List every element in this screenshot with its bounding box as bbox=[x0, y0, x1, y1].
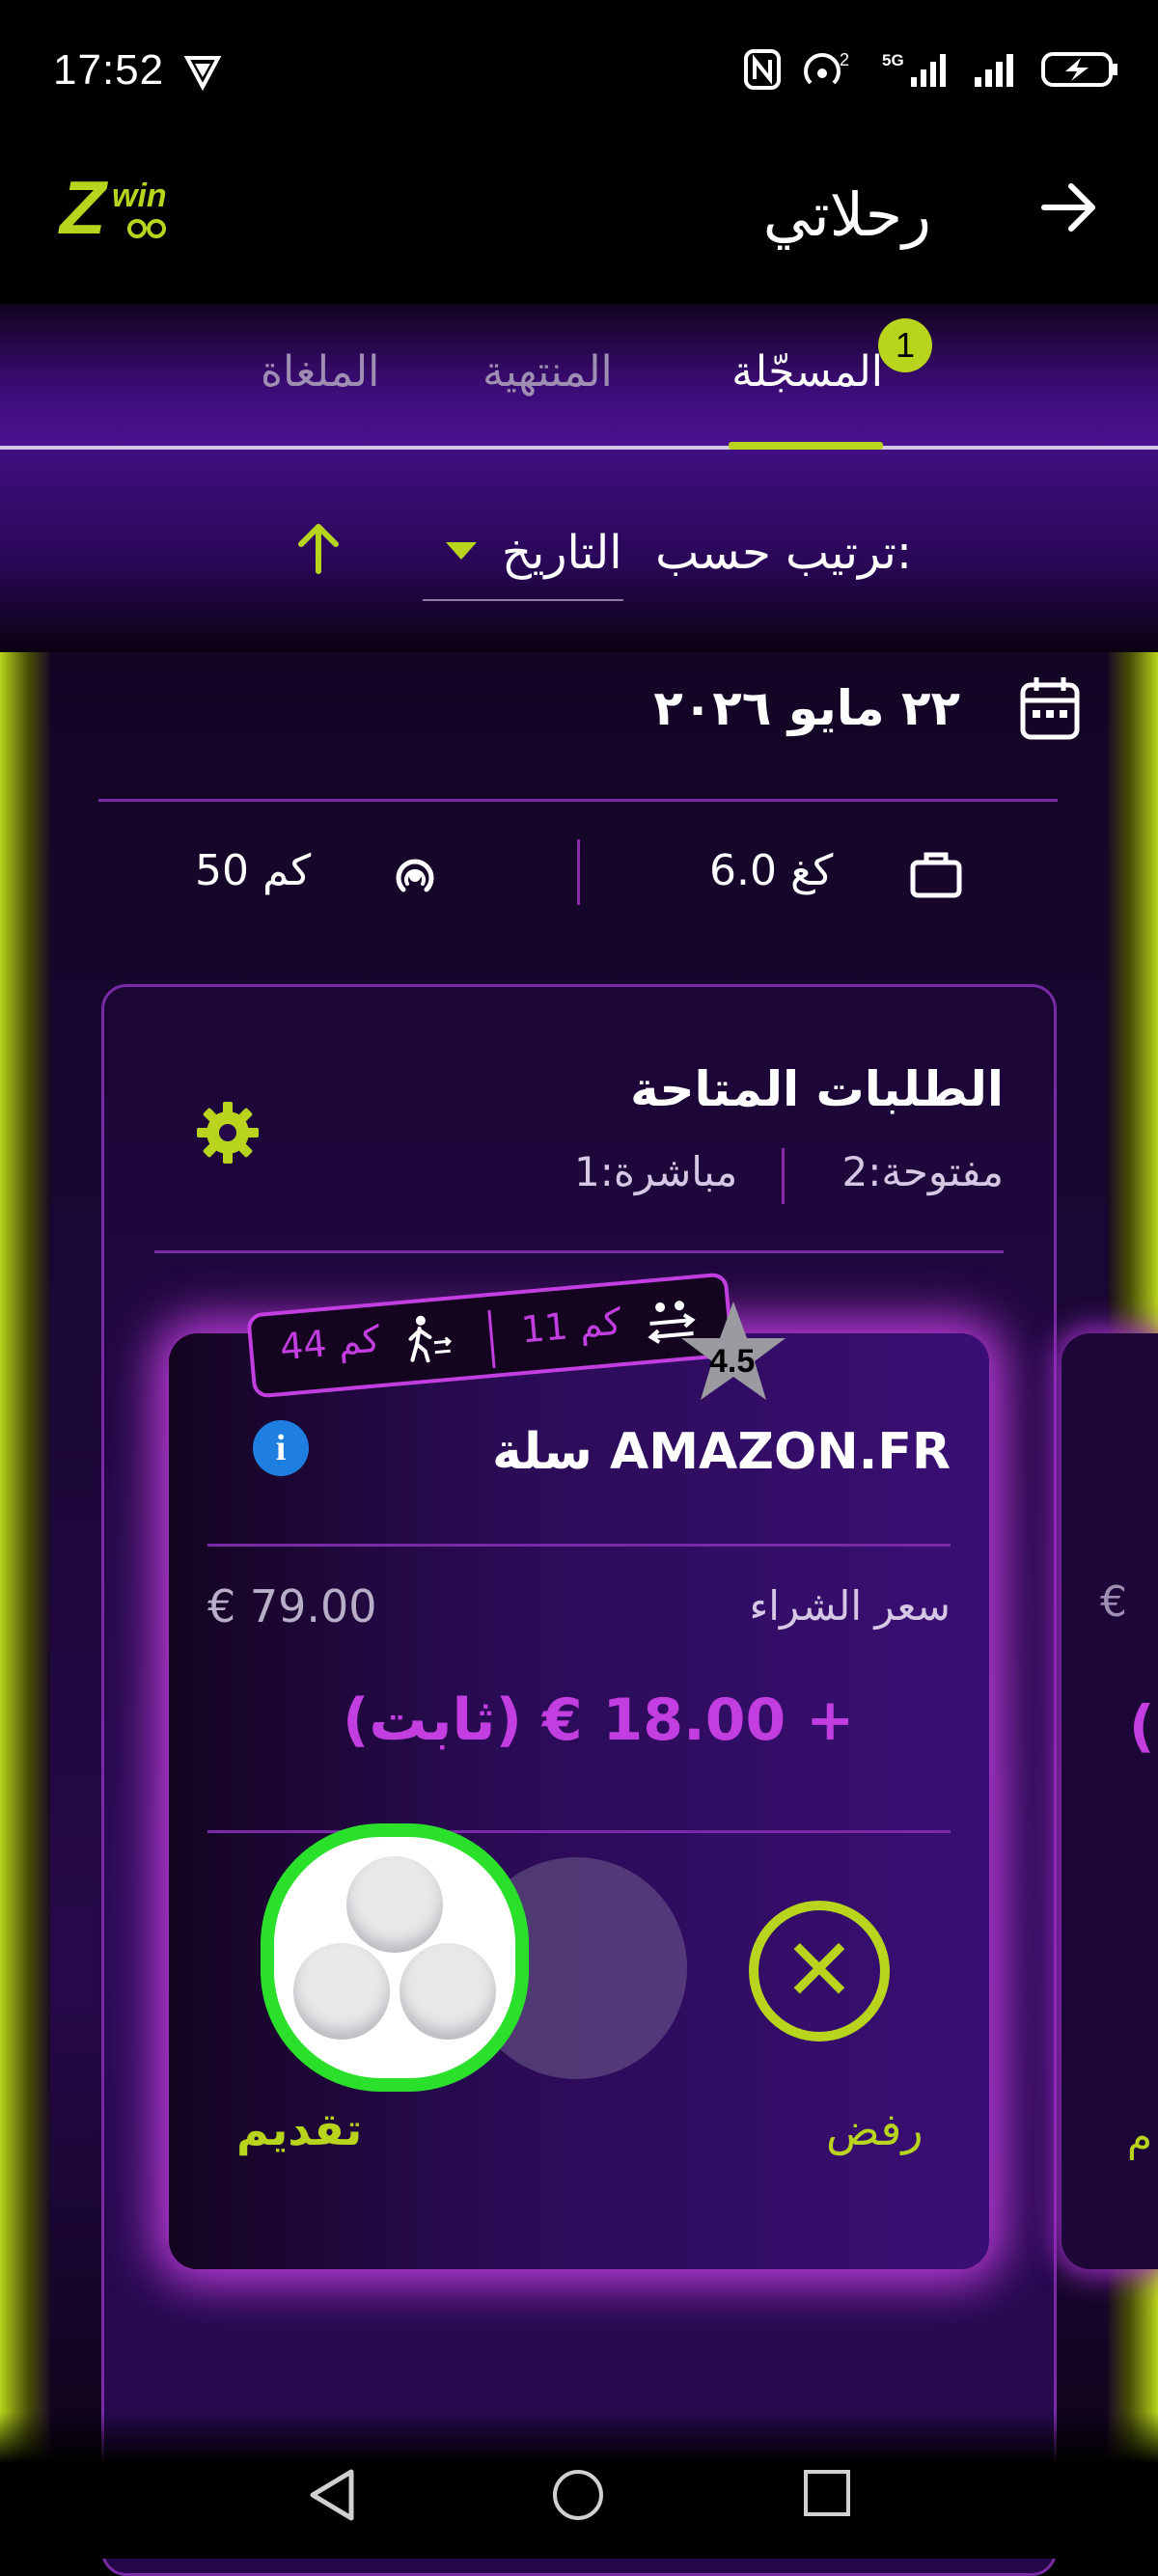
tab-finished[interactable]: المنتهية bbox=[482, 347, 613, 397]
logo-wheels-icon bbox=[127, 219, 166, 238]
apply-label: تقديم bbox=[236, 2103, 363, 2155]
signal-icon: 5G bbox=[882, 48, 950, 99]
settings-button[interactable] bbox=[193, 1098, 262, 1171]
requests-separator bbox=[782, 1148, 785, 1204]
tab-cancelled[interactable]: الملغاة bbox=[261, 347, 379, 397]
stats-separator bbox=[577, 839, 580, 905]
gear-icon bbox=[197, 1102, 259, 1164]
signal-icon-2 bbox=[971, 48, 1019, 99]
offer-divider-bottom bbox=[207, 1830, 951, 1833]
nfc-icon bbox=[743, 48, 782, 99]
sort-direction-button[interactable] bbox=[290, 519, 347, 581]
nav-recent-button[interactable] bbox=[804, 2470, 850, 2516]
tag-route-distance: 11 كم bbox=[519, 1300, 623, 1352]
reject-button[interactable]: ✕ bbox=[749, 1901, 890, 2042]
touch-blob bbox=[293, 1943, 390, 2040]
app-logo: Z win bbox=[60, 164, 167, 252]
arrow-up-icon bbox=[298, 524, 339, 574]
requests-divider bbox=[154, 1250, 1004, 1253]
sort-select[interactable]: التاريخ bbox=[502, 526, 622, 580]
status-time: 17:52 bbox=[53, 46, 165, 94]
logo-letter: Z bbox=[60, 165, 106, 250]
hotspot-icon: 2 bbox=[803, 48, 861, 99]
logo-word: win bbox=[112, 178, 167, 214]
touch-blob bbox=[400, 1943, 496, 2040]
arrow-right-icon bbox=[1041, 183, 1095, 232]
suitcase-icon bbox=[909, 849, 963, 903]
date-divider bbox=[98, 799, 1058, 802]
nav-back-button[interactable] bbox=[307, 2468, 357, 2526]
offer-divider-top bbox=[207, 1544, 951, 1547]
trip-distance: 50 كم bbox=[195, 846, 312, 895]
svg-text:2: 2 bbox=[840, 50, 849, 69]
battery-charging-icon bbox=[1040, 48, 1119, 99]
requests-title: الطلبات المتاحة bbox=[630, 1061, 1004, 1117]
info-icon[interactable]: i bbox=[253, 1420, 309, 1476]
rating-value: 4.5 bbox=[709, 1343, 756, 1380]
reject-label: رفض bbox=[826, 2103, 924, 2155]
walking-icon bbox=[400, 1312, 459, 1376]
chevron-down-icon[interactable] bbox=[446, 542, 477, 560]
tab-registered[interactable]: المسجّلة bbox=[731, 347, 883, 397]
network-type-label: 5G bbox=[882, 51, 904, 69]
tab-registered-badge: 1 bbox=[878, 318, 932, 372]
triangle-back-icon bbox=[310, 2469, 354, 2521]
requests-open-count: مفتوحة:2 bbox=[841, 1148, 1004, 1195]
tag-walk-distance: 44 كم bbox=[278, 1317, 382, 1369]
sort-select-underline bbox=[423, 599, 623, 601]
delivery-fee: + 18.00 € (ثابت) bbox=[343, 1686, 855, 1754]
sort-label: ترتيب حسب: bbox=[655, 526, 912, 580]
back-button[interactable] bbox=[1038, 174, 1100, 255]
active-tab-indicator bbox=[729, 442, 883, 450]
trip-weight: 6.0 كغ bbox=[709, 846, 834, 895]
vpn-icon bbox=[183, 52, 222, 95]
next-offer-fee-fragment: ( bbox=[1129, 1693, 1155, 1759]
nav-home-button[interactable] bbox=[553, 2470, 603, 2520]
store-name: AMAZON.FR سلة bbox=[492, 1423, 951, 1481]
touch-blob bbox=[346, 1856, 443, 1953]
next-offer-currency: € bbox=[1100, 1577, 1127, 1627]
status-icons: 2 5G bbox=[743, 48, 1119, 99]
page-title: رحلاتي bbox=[762, 179, 931, 250]
trip-date: ٢٢ مايو ٢٠٢٦ bbox=[653, 680, 960, 736]
requests-direct-count: مباشرة:1 bbox=[574, 1148, 738, 1195]
touch-indicator bbox=[261, 1823, 529, 2092]
next-offer-label-fragment: م bbox=[1127, 2113, 1153, 2160]
purchase-price-value: € 79.00 bbox=[207, 1580, 377, 1632]
left-edge-glow bbox=[0, 652, 50, 2559]
purchase-price-label: سعر الشراء bbox=[749, 1582, 951, 1630]
close-icon: ✕ bbox=[783, 1920, 856, 2021]
radius-icon bbox=[388, 847, 442, 905]
calendar-icon bbox=[1019, 675, 1081, 745]
